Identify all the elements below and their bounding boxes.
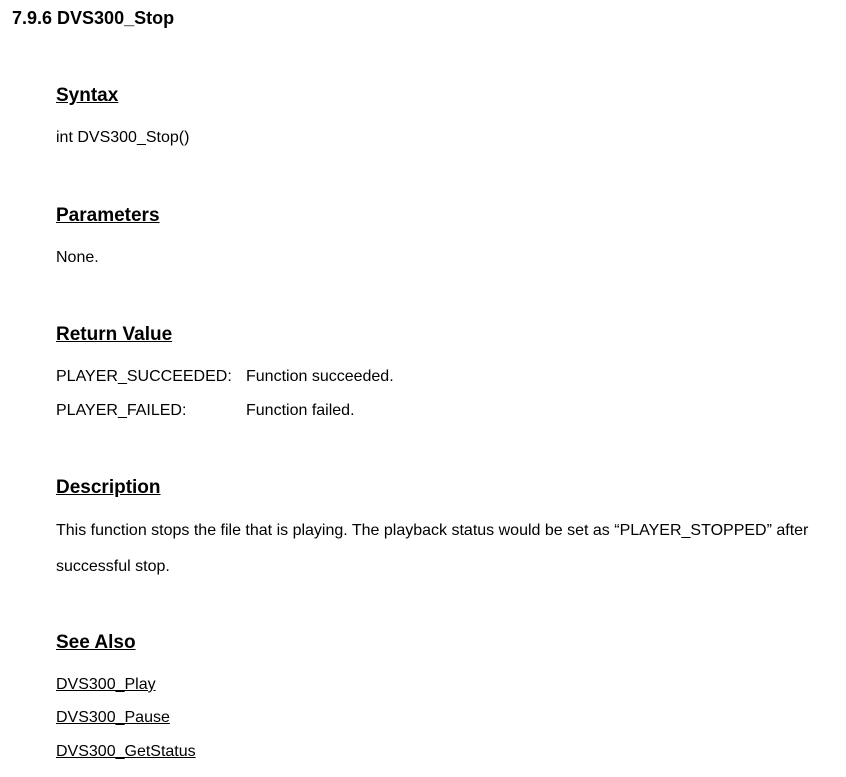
description-text: This function stops the file that is pla… [56, 513, 834, 583]
return-value-heading: Return Value [56, 324, 834, 346]
return-val: Function succeeded. [246, 360, 834, 394]
return-value-list: PLAYER_SUCCEEDED: Function succeeded. PL… [56, 360, 834, 427]
see-also-link-getstatus[interactable]: DVS300_GetStatus [56, 735, 834, 769]
see-also-link-pause[interactable]: DVS300_Pause [56, 701, 834, 735]
return-row: PLAYER_SUCCEEDED: Function succeeded. [56, 360, 834, 394]
see-also-heading: See Also [56, 632, 834, 654]
return-val: Function failed. [246, 394, 834, 428]
return-key: PLAYER_FAILED: [56, 394, 246, 428]
return-key: PLAYER_SUCCEEDED: [56, 360, 246, 394]
parameters-heading: Parameters [56, 205, 834, 227]
syntax-heading: Syntax [56, 85, 834, 107]
see-also-list: DVS300_Play DVS300_Pause DVS300_GetStatu… [56, 668, 834, 769]
section-title: 7.9.6 DVS300_Stop [12, 8, 834, 29]
parameters-text: None. [56, 241, 834, 275]
return-row: PLAYER_FAILED: Function failed. [56, 394, 834, 428]
syntax-code: int DVS300_Stop() [56, 121, 834, 155]
see-also-link-play[interactable]: DVS300_Play [56, 668, 834, 702]
description-heading: Description [56, 477, 834, 499]
